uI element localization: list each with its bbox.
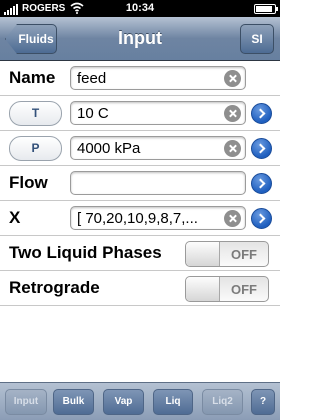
temperature-value: 10 C	[77, 105, 109, 122]
name-field[interactable]: feed	[70, 66, 246, 90]
toggle-knob	[186, 242, 220, 266]
status-bar: ROGERS 10:34	[0, 0, 280, 17]
disclosure-arrow-icon[interactable]	[251, 103, 272, 124]
name-label: Name	[9, 68, 56, 87]
clear-icon[interactable]	[224, 70, 241, 87]
tab-bulk[interactable]: Bulk	[53, 389, 94, 415]
tab-liq[interactable]: Liq	[153, 389, 193, 415]
retrograde-label: Retrograde	[9, 278, 100, 297]
row-composition: X [ 70,20,10,9,8,7,...	[0, 201, 280, 236]
disclosure-arrow-icon[interactable]	[251, 173, 272, 194]
temperature-var-button[interactable]: T	[9, 101, 62, 126]
toggle-knob	[186, 277, 220, 301]
toggle-state: OFF	[231, 282, 257, 297]
composition-label: X	[9, 208, 21, 227]
status-time: 10:34	[125, 2, 155, 14]
two-liquid-phases-label: Two Liquid Phases	[9, 243, 162, 262]
row-name: Name feed	[0, 61, 280, 96]
disclosure-arrow-icon[interactable]	[251, 208, 272, 229]
tab-vap[interactable]: Vap	[103, 389, 144, 415]
pressure-value: 4000 kPa	[77, 140, 141, 157]
flow-field[interactable]	[70, 171, 246, 195]
battery-icon	[254, 4, 278, 14]
units-si-button[interactable]: SI	[240, 24, 274, 54]
flow-label: Flow	[9, 173, 48, 192]
tab-help[interactable]: ?	[251, 389, 275, 415]
pressure-field[interactable]: 4000 kPa	[70, 136, 246, 160]
row-flow: Flow	[0, 166, 280, 201]
tab-input[interactable]: Input	[5, 389, 47, 415]
navigation-bar: Fluids Input SI	[0, 17, 280, 61]
disclosure-arrow-icon[interactable]	[251, 138, 272, 159]
row-retrograde: Retrograde OFF	[0, 271, 280, 306]
retrograde-toggle[interactable]: OFF	[185, 276, 269, 302]
battery-fill	[256, 6, 272, 12]
page-title: Input	[118, 28, 162, 48]
tab-liq2[interactable]: Liq2	[202, 389, 243, 415]
toggle-state: OFF	[231, 247, 257, 262]
clear-icon[interactable]	[224, 105, 241, 122]
row-two-liquid-phases: Two Liquid Phases OFF	[0, 236, 280, 271]
name-value: feed	[77, 70, 107, 87]
composition-value: [ 70,20,10,9,8,7,...	[77, 210, 198, 227]
bottom-toolbar: Input Bulk Vap Liq Liq2 ?	[0, 382, 280, 420]
row-pressure: P 4000 kPa	[0, 131, 280, 166]
clear-icon[interactable]	[224, 210, 241, 227]
clear-icon[interactable]	[224, 140, 241, 157]
temperature-field[interactable]: 10 C	[70, 101, 246, 125]
composition-field[interactable]: [ 70,20,10,9,8,7,...	[70, 206, 246, 230]
input-form: Name feed T 10 C P 4000 kPa Flow X [ 70,…	[0, 61, 280, 306]
pressure-var-button[interactable]: P	[9, 136, 62, 161]
row-temperature: T 10 C	[0, 96, 280, 131]
two-liquid-phases-toggle[interactable]: OFF	[185, 241, 269, 267]
